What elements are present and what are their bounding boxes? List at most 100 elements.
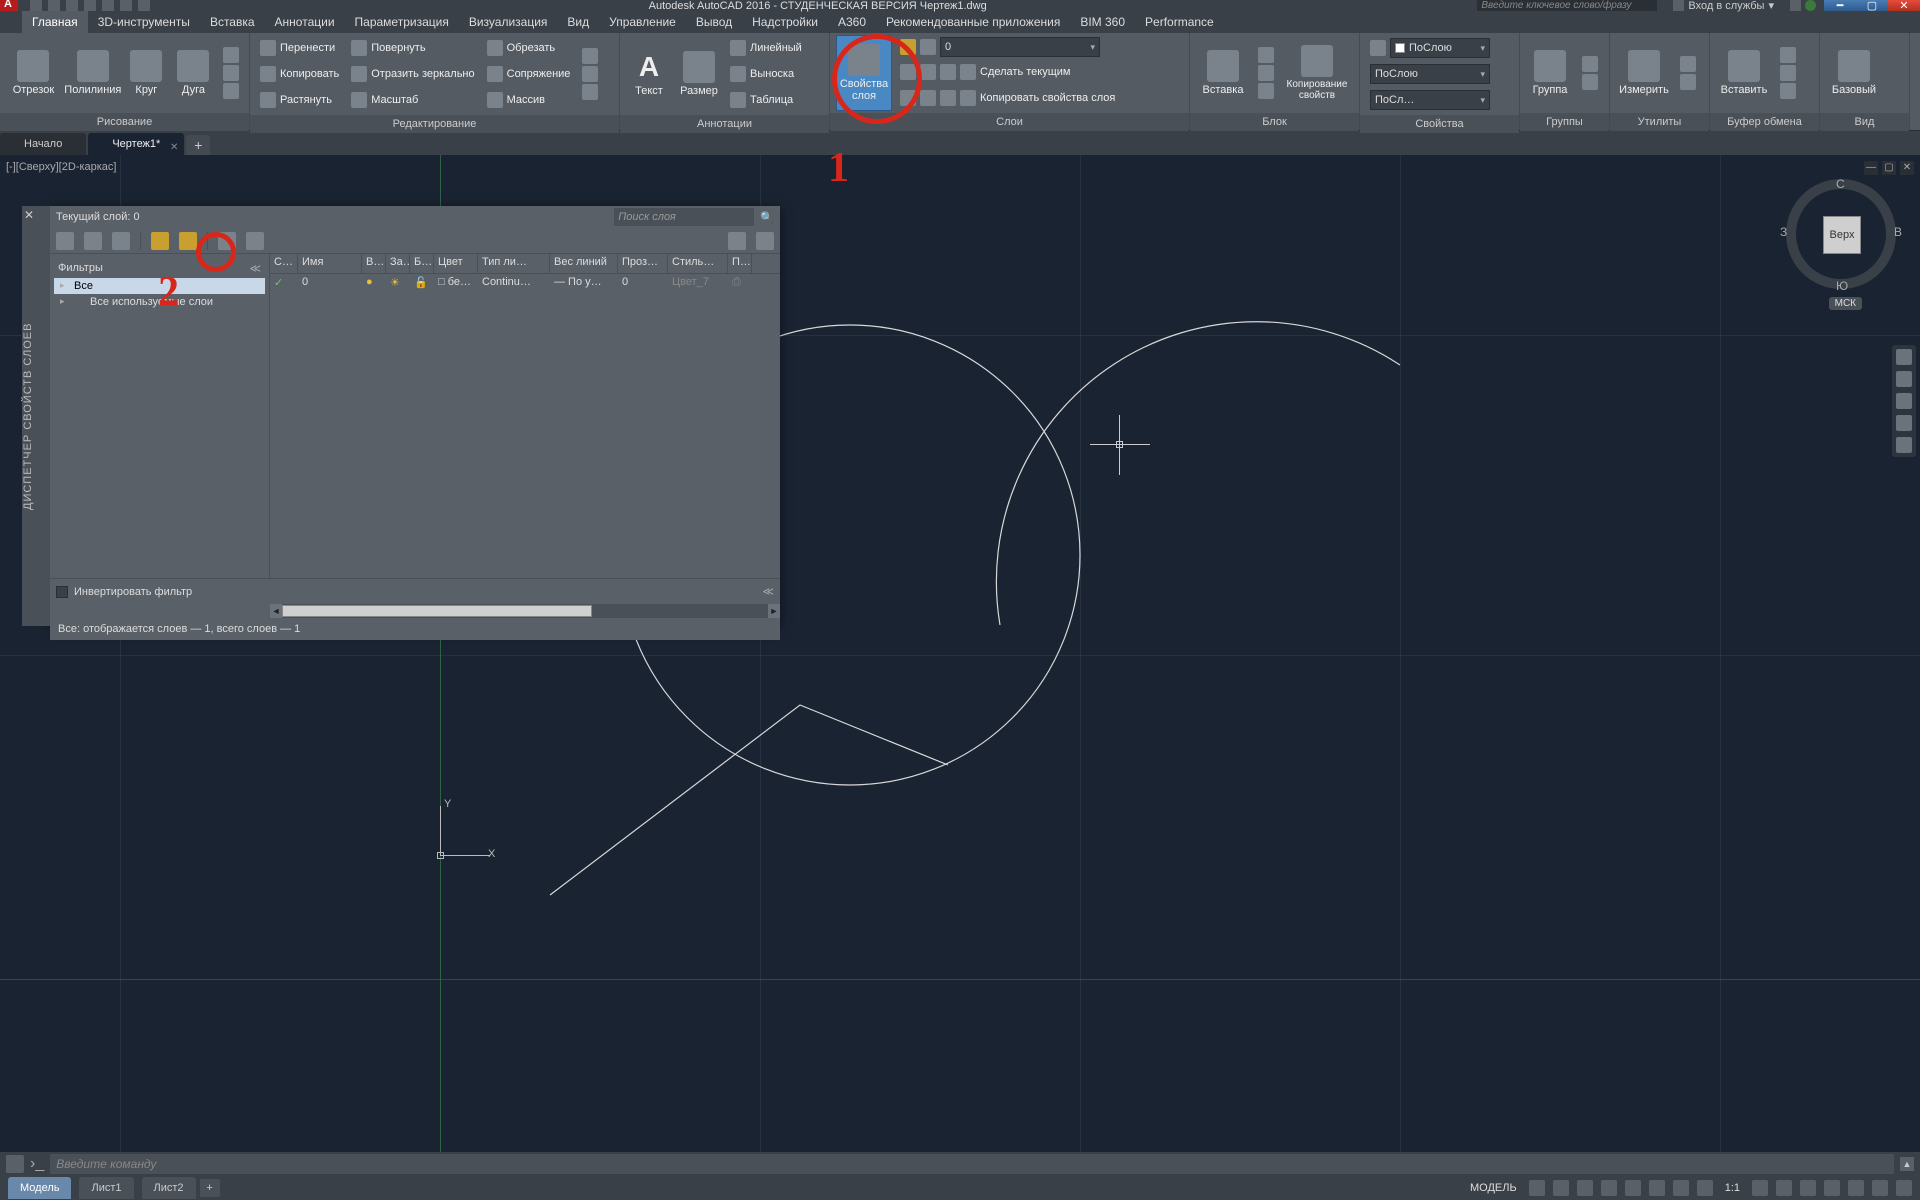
workspace-icon[interactable]: [1776, 1180, 1792, 1196]
viewcube-east[interactable]: В: [1894, 225, 1902, 239]
hardware-accel-icon[interactable]: [1824, 1180, 1840, 1196]
cell-plot-icon[interactable]: ⎙: [728, 274, 752, 294]
tab-parametric[interactable]: Параметризация: [345, 11, 459, 33]
new-icon[interactable]: [30, 0, 42, 11]
osnap-toggle-icon[interactable]: [1625, 1180, 1641, 1196]
fillet-button[interactable]: Сопряжение: [487, 63, 571, 85]
quick-calc-icon[interactable]: [1680, 74, 1696, 90]
panel-annotation-title[interactable]: Аннотации: [620, 115, 829, 133]
group-edit-icon[interactable]: [1582, 74, 1598, 90]
panel-utilities-title[interactable]: Утилиты: [1610, 113, 1709, 131]
viewcube-face[interactable]: Верх: [1823, 216, 1861, 254]
select-all-icon[interactable]: [1680, 56, 1696, 72]
model-space-label[interactable]: МОДЕЛЬ: [1466, 1182, 1521, 1194]
make-current-button[interactable]: Сделать текущим: [900, 61, 1115, 83]
cell-freeze-icon[interactable]: ☀: [386, 274, 410, 294]
annotation-monitor-icon[interactable]: [1800, 1180, 1816, 1196]
tab-featured-apps[interactable]: Рекомендованные приложения: [876, 11, 1070, 33]
polyline-button[interactable]: Полилиния: [65, 35, 121, 111]
command-input[interactable]: Введите команду: [50, 1154, 1894, 1174]
showmotion-icon[interactable]: [1896, 437, 1912, 453]
match-props-button[interactable]: Копирование свойств: [1282, 35, 1352, 111]
cut-icon[interactable]: [1780, 47, 1796, 63]
layer-dropdown[interactable]: 0: [940, 37, 1100, 57]
layer-states-icon[interactable]: [56, 232, 74, 250]
tab-addins[interactable]: Надстройки: [742, 11, 828, 33]
color-icon[interactable]: [1370, 40, 1386, 56]
orbit-icon[interactable]: [1896, 415, 1912, 431]
line-button[interactable]: Отрезок: [6, 35, 61, 111]
tab-visualize[interactable]: Визуализация: [459, 11, 558, 33]
palette-scrollbar[interactable]: ◄ ►: [270, 604, 780, 618]
layout1-tab[interactable]: Лист1: [79, 1177, 133, 1199]
panel-layers-title[interactable]: Слои: [830, 113, 1189, 131]
cell-plotstyle[interactable]: Цвет_7: [668, 274, 728, 294]
plot-icon[interactable]: [102, 0, 114, 11]
new-layer-icon[interactable]: [151, 232, 169, 250]
linetype-dropdown[interactable]: ПоСл…: [1370, 90, 1490, 110]
insert-block-button[interactable]: Вставка: [1196, 35, 1250, 111]
hatch-icon[interactable]: [223, 83, 239, 99]
undo-icon[interactable]: [120, 0, 132, 11]
snap-toggle-icon[interactable]: [1553, 1180, 1569, 1196]
color-dropdown[interactable]: ПоСлою: [1390, 38, 1490, 58]
clean-screen-icon[interactable]: [1872, 1180, 1888, 1196]
lineweight-dropdown[interactable]: ПоСлою: [1370, 64, 1490, 84]
leader-button[interactable]: Выноска: [730, 63, 802, 85]
panel-modify-title[interactable]: Редактирование: [250, 115, 619, 133]
transparency-toggle-icon[interactable]: [1697, 1180, 1713, 1196]
layer-group-icon[interactable]: [112, 232, 130, 250]
col-lineweight[interactable]: Вес линий: [550, 254, 618, 273]
new-layer-vpfreeze-icon[interactable]: [179, 232, 197, 250]
model-tab[interactable]: Модель: [8, 1177, 71, 1199]
col-transparency[interactable]: Проз…: [618, 254, 668, 273]
add-layout-button[interactable]: +: [200, 1179, 220, 1197]
refresh-icon[interactable]: [728, 232, 746, 250]
cell-lock-icon[interactable]: 🔓: [410, 274, 434, 294]
measure-button[interactable]: Измерить: [1616, 35, 1672, 111]
panel-view-title[interactable]: Вид: [1820, 113, 1909, 131]
settings-icon[interactable]: [756, 232, 774, 250]
circle-button[interactable]: Круг: [125, 35, 168, 111]
match-layer-button[interactable]: Копировать свойства слоя: [900, 87, 1115, 109]
command-expand-icon[interactable]: ▲: [1900, 1157, 1914, 1171]
command-history-icon[interactable]: [6, 1155, 24, 1173]
dimension-button[interactable]: Размер: [676, 36, 722, 112]
annotation-scale[interactable]: 1:1: [1721, 1182, 1744, 1194]
offset-icon[interactable]: [582, 84, 598, 100]
table-button[interactable]: Таблица: [730, 89, 802, 111]
explode-icon[interactable]: [582, 66, 598, 82]
copybase-icon[interactable]: [1780, 83, 1796, 99]
scroll-right-icon[interactable]: ►: [768, 604, 780, 618]
panel-groups-title[interactable]: Группы: [1520, 113, 1609, 131]
saveas-icon[interactable]: [84, 0, 96, 11]
ellipse-icon[interactable]: [223, 65, 239, 81]
cell-transparency[interactable]: 0: [618, 274, 668, 294]
customize-icon[interactable]: [1896, 1180, 1912, 1196]
cell-linetype[interactable]: Continu…: [478, 274, 550, 294]
col-plot[interactable]: П…: [728, 254, 752, 273]
redo-icon[interactable]: [138, 0, 150, 11]
mirror-button[interactable]: Отразить зеркально: [351, 63, 474, 85]
col-name[interactable]: Имя: [298, 254, 362, 273]
grid-toggle-icon[interactable]: [1529, 1180, 1545, 1196]
open-icon[interactable]: [48, 0, 60, 11]
layer-row[interactable]: ✓ 0 ● ☀ 🔓 □ бе… Continu… — По у… 0 Цвет_…: [270, 274, 780, 294]
viewcube-south[interactable]: Ю: [1836, 279, 1848, 293]
tab-home[interactable]: Главная: [22, 11, 88, 33]
rectangle-icon[interactable]: [223, 47, 239, 63]
base-view-button[interactable]: Базовый: [1826, 35, 1882, 111]
group-button[interactable]: Группа: [1526, 35, 1574, 111]
stretch-button[interactable]: Растянуть: [260, 89, 339, 111]
edit-block-icon[interactable]: [1258, 65, 1274, 81]
move-button[interactable]: Перенести: [260, 37, 339, 59]
col-freeze[interactable]: За…: [386, 254, 410, 273]
ortho-toggle-icon[interactable]: [1577, 1180, 1593, 1196]
drawing-tab[interactable]: Чертеж1*✕: [88, 133, 184, 155]
panel-block-title[interactable]: Блок: [1190, 113, 1359, 131]
maximize-button[interactable]: ▢: [1856, 0, 1888, 11]
new-tab-button[interactable]: +: [186, 135, 210, 155]
exchange-area[interactable]: [1782, 0, 1824, 11]
app-logo-icon[interactable]: [0, 0, 18, 11]
isolate-icon[interactable]: [1848, 1180, 1864, 1196]
